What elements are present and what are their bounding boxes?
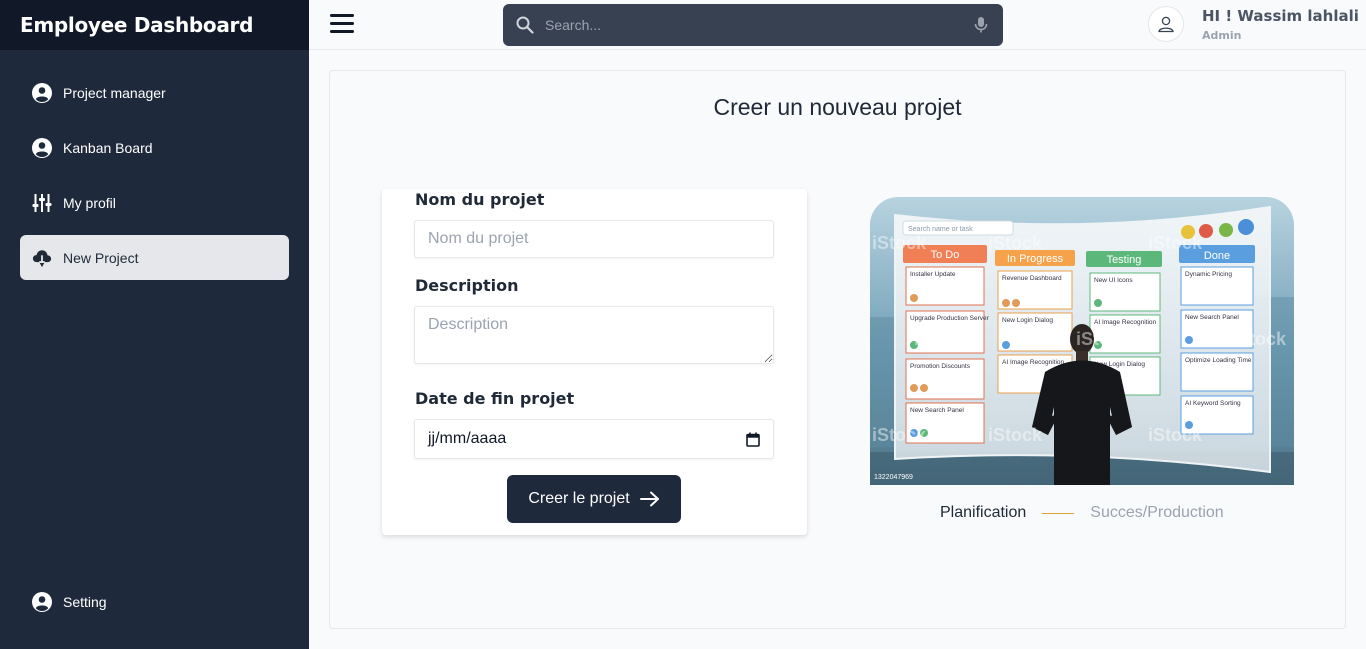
user-role: Admin: [1202, 29, 1242, 42]
sidebar-item-project-manager[interactable]: Project manager: [20, 70, 289, 115]
sidebar-item-kanban-board[interactable]: Kanban Board: [20, 125, 289, 170]
column-testing: Testing: [1107, 254, 1142, 266]
user-info: HI ! Wassim lahlali Admin: [1202, 7, 1359, 42]
search-bar: [503, 4, 1003, 46]
kanban-illustration-graphic: Search name or task To Do In Progress Te…: [870, 197, 1294, 485]
date-placeholder: jj/mm/aaaa: [428, 430, 507, 447]
microphone-icon[interactable]: [973, 16, 989, 34]
sidebar-item-new-project[interactable]: New Project: [20, 235, 289, 280]
watermark-6: iStock: [1232, 329, 1287, 349]
stock-id: 1322047969: [874, 474, 913, 481]
watermark-2: iStock: [988, 233, 1043, 253]
watermark-4: iStock: [914, 329, 969, 349]
legend-planification: Planification: [940, 504, 1027, 521]
testing-card-2: AI Image Recognition: [1094, 319, 1157, 326]
description-label: Description: [415, 276, 519, 295]
testing-card-1: New UI Icons: [1094, 277, 1133, 284]
watermark-5: iStock: [1076, 329, 1131, 349]
column-done: Done: [1204, 250, 1230, 262]
search-icon: [516, 16, 534, 34]
todo-card-3: Promotion Discounts: [910, 363, 971, 370]
board-search-hint: Search name or task: [908, 226, 973, 233]
page-title: Creer un nouveau projet: [713, 94, 962, 120]
sidebar-item-label: Kanban Board: [63, 139, 153, 156]
search-input[interactable]: [545, 17, 973, 33]
watermark-3: iStock: [1148, 233, 1203, 253]
project-name-label: Nom du projet: [415, 190, 545, 209]
user-circle-icon: [32, 82, 52, 103]
progress-card-2: New Login Dialog: [1002, 317, 1053, 324]
user-circle-icon: [32, 591, 52, 612]
sidebar-item-label: Project manager: [63, 84, 166, 101]
sliders-icon: [32, 193, 52, 213]
sidebar-item-setting[interactable]: Setting: [20, 579, 289, 624]
sidebar-item-label: My profil: [63, 194, 116, 211]
new-project-form: Nom du projet Description Date de fin pr…: [382, 189, 807, 535]
column-todo: To Do: [931, 249, 960, 261]
app-title: Employee Dashboard: [20, 13, 254, 37]
user-greeting: HI ! Wassim lahlali: [1202, 7, 1359, 25]
watermark-1: iStock: [872, 233, 927, 253]
description-textarea[interactable]: [414, 306, 774, 364]
kanban-illustration: Search name or task To Do In Progress Te…: [870, 197, 1294, 485]
progress-card-1: Revenue Dashboard: [1002, 275, 1062, 282]
end-date-input[interactable]: jj/mm/aaaa: [414, 419, 774, 459]
progress-card-3: AI Image Recognition: [1002, 359, 1065, 366]
sidebar-item-label: New Project: [63, 249, 139, 266]
sidebar-item-my-profil[interactable]: My profil: [20, 180, 289, 225]
calendar-icon[interactable]: [746, 432, 760, 447]
todo-card-1: Installer Update: [910, 271, 956, 278]
cloud-download-icon: [32, 248, 52, 268]
user-icon: [1158, 16, 1174, 33]
sidebar: Employee Dashboard Project manager Kanba…: [0, 0, 309, 649]
new-project-card: Creer un nouveau projet Nom du projet De…: [329, 70, 1346, 629]
done-card-1: Dynamic Pricing: [1185, 271, 1232, 278]
create-project-button[interactable]: Creer le projet: [507, 475, 681, 523]
legend-succes-production: Succes/Production: [1090, 504, 1224, 521]
done-card-4: AI Keyword Sorting: [1185, 400, 1241, 407]
menu-toggle-icon[interactable]: [330, 14, 354, 36]
project-name-input[interactable]: [414, 220, 774, 258]
user-circle-icon: [32, 137, 52, 158]
end-date-label: Date de fin projet: [415, 389, 575, 408]
top-bar: HI ! Wassim lahlali Admin: [309, 0, 1366, 50]
sidebar-item-label: Setting: [63, 593, 107, 610]
watermark-8: iStock: [988, 425, 1043, 445]
watermark-9: iStock: [1148, 425, 1203, 445]
todo-card-4: New Search Panel: [910, 407, 964, 414]
avatar[interactable]: [1148, 6, 1184, 42]
todo-card-2: Upgrade Production Server: [910, 315, 990, 322]
done-card-2: New Search Panel: [1185, 314, 1239, 321]
watermark-7: iStock: [872, 425, 927, 445]
done-card-3: Optimize Loading Time: [1185, 357, 1252, 364]
arrow-right-icon: [639, 491, 659, 507]
create-project-button-label: Creer le projet: [528, 490, 630, 507]
column-in-progress: In Progress: [1007, 253, 1064, 265]
brand-bar: Employee Dashboard: [0, 0, 309, 50]
legend-connector-line: [1042, 512, 1075, 514]
workflow-legend: Planification Succes/Production: [940, 504, 1224, 522]
